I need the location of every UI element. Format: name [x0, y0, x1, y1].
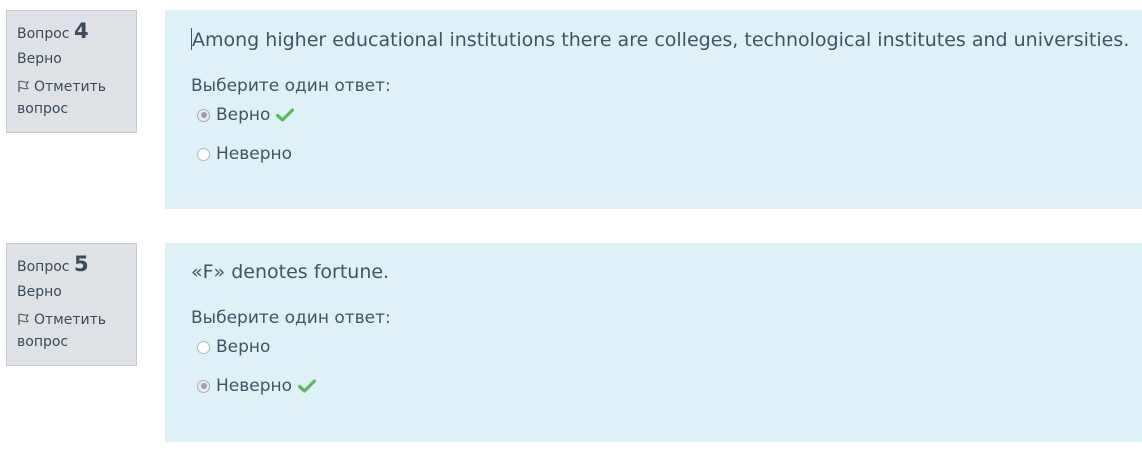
- question-state: Верно: [17, 51, 62, 67]
- question-label: Вопрос: [17, 259, 70, 275]
- answer-option-label: Верно: [216, 105, 271, 125]
- question-info: Вопрос 4 Верно Отметить вопрос: [6, 10, 137, 133]
- answer-prompt: Выберите один ответ:: [191, 76, 391, 96]
- answer-option-true[interactable]: Верно: [191, 103, 1116, 127]
- question-info: Вопрос 5 Верно Отметить вопрос: [6, 243, 137, 366]
- radio-false[interactable]: [197, 147, 210, 161]
- flag-question-link[interactable]: Отметить вопрос: [17, 76, 126, 120]
- question-number-value: 5: [73, 252, 89, 276]
- question-content: Among higher educational institutions th…: [165, 10, 1142, 209]
- flag-question-link[interactable]: Отметить вопрос: [17, 309, 126, 353]
- answer-prompt: Выберите один ответ:: [191, 308, 391, 328]
- checkmark-icon: [276, 108, 295, 122]
- question-label: Вопрос: [17, 26, 70, 42]
- answer-option-label: Неверно: [216, 144, 293, 164]
- answer-option-true[interactable]: Верно: [191, 335, 1116, 359]
- flag-icon: [18, 80, 30, 92]
- answer-option-label: Неверно: [216, 376, 293, 396]
- flag-icon: [18, 313, 30, 325]
- question-number: Вопрос 5: [17, 252, 126, 276]
- radio-true[interactable]: [197, 340, 210, 354]
- answer-option-false[interactable]: Неверно: [191, 142, 1116, 166]
- radio-false[interactable]: [197, 379, 210, 393]
- flag-label: Отметить вопрос: [17, 312, 107, 350]
- checkmark-icon: [298, 379, 317, 393]
- answer-option-false[interactable]: Неверно: [191, 374, 1116, 398]
- question-number-value: 4: [73, 19, 89, 43]
- question-number: Вопрос 4: [17, 19, 126, 43]
- radio-true[interactable]: [197, 108, 210, 122]
- question-text-row: Among higher educational institutions th…: [191, 28, 1129, 51]
- question-text: Among higher educational institutions th…: [192, 29, 1130, 51]
- question-state: Верно: [17, 284, 62, 300]
- question-text: «F» denotes fortune.: [191, 261, 390, 283]
- answer-option-label: Верно: [216, 337, 271, 357]
- flag-label: Отметить вопрос: [17, 79, 107, 117]
- question-content: «F» denotes fortune. Выберите один ответ…: [165, 243, 1142, 442]
